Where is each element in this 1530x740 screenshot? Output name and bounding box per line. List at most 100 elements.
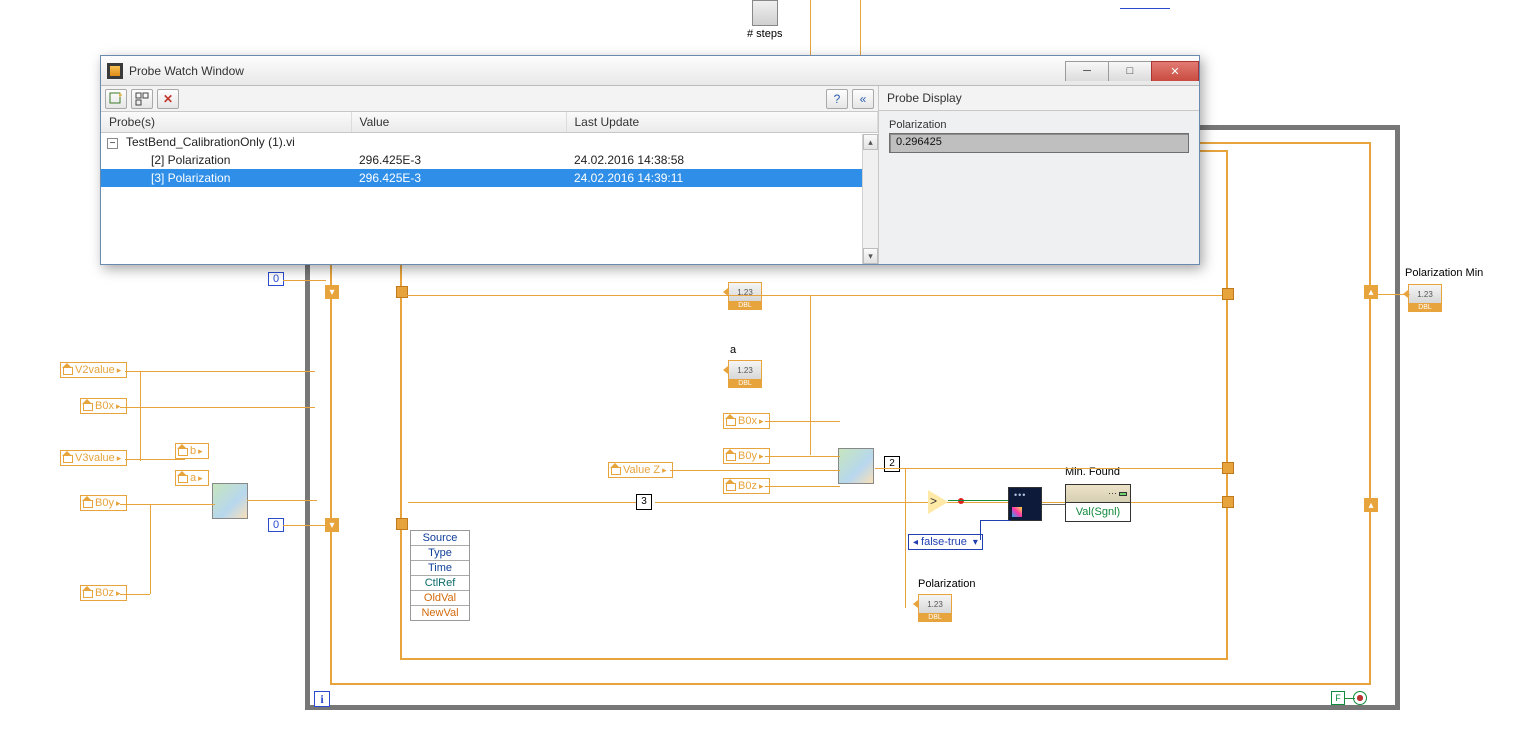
maximize-button[interactable]: □ [1108,61,1152,81]
local-b0z-2-label: B0z [738,480,757,492]
scrollbar[interactable]: ▴ ▾ [862,134,878,264]
probe-group-name: TestBend_CalibrationOnly (1).vi [126,135,295,149]
local-b0y-label: B0y [95,497,114,509]
stop-terminal-icon [1353,691,1367,705]
local-b0z-2[interactable]: B0z▸ [723,478,770,494]
tunnel-left-1 [396,286,408,298]
probe-row-name: [3] Polarization [101,169,351,187]
a-indicator-icon[interactable]: 1.23DBL [728,360,764,390]
local-b[interactable]: b▸ [175,443,209,459]
a-label: a [730,344,736,356]
probe-display-panel: Probe Display Polarization 0.296425 [879,86,1199,264]
local-b0x-2[interactable]: B0x▸ [723,413,770,429]
probe-row-selected[interactable]: [3] Polarization 296.425E-3 24.02.2016 1… [101,169,878,187]
unbundle-type: Type [411,546,469,561]
b-indicator-icon[interactable]: 1.23DBL [728,282,764,312]
shift-register-right-2: ▴ [1364,498,1378,512]
local-v2value-label: V2value [75,364,115,376]
arrange-icon [135,92,149,106]
col-probes[interactable]: Probe(s) [101,112,351,133]
zero-constant-2[interactable]: 0 [268,518,284,532]
probe-list-panel: ✕ ? « Probe(s) Value Last Update [101,86,879,264]
ring-constant-label: false-true [921,536,967,548]
probe-row-update: 24.02.2016 14:39:11 [566,169,878,187]
unbundle-cluster[interactable]: Source Type Time CtlRef OldVal NewVal [410,530,470,621]
subvi-right-icon[interactable] [838,448,874,484]
probe-display-value: 0.296425 [889,133,1189,153]
ring-constant-false-true[interactable]: false-true [908,534,983,550]
local-a[interactable]: a▸ [175,470,209,486]
probe-watch-window[interactable]: Probe Watch Window ─ □ ✕ ✕ ? « [100,55,1200,265]
local-b0z-label: B0z [95,587,114,599]
probe-row-value: 296.425E-3 [351,169,566,187]
iteration-terminal: i [314,691,330,707]
app-icon [107,63,123,79]
property-node-value: Val(Sgnl) [1066,503,1130,521]
local-valuez-label: Value Z [623,464,660,476]
property-node[interactable]: ⋯ Val(Sgnl) [1065,484,1131,522]
unbundle-ctlref: CtlRef [411,576,469,591]
greater-than-icon[interactable] [928,490,948,514]
local-b0y-2[interactable]: B0y▸ [723,448,770,464]
local-b0x-label: B0x [95,400,114,412]
local-b0y[interactable]: B0y▸ [80,495,127,511]
close-button[interactable]: ✕ [1151,61,1199,81]
col-last-update[interactable]: Last Update [566,112,878,133]
probe-row-update: 24.02.2016 14:38:58 [566,151,878,169]
local-valuez[interactable]: Value Z▸ [608,462,673,478]
window-title: Probe Watch Window [129,64,1066,78]
probe-3-marker[interactable]: 3 [636,494,652,510]
coercion-dot-icon [958,498,964,504]
probe-group-row[interactable]: −TestBend_CalibrationOnly (1).vi [101,133,878,152]
probe-2-marker[interactable]: 2 [884,456,900,472]
probe-row-name: [2] Polarization [101,151,351,169]
steps-label: # steps [747,28,782,40]
local-v3value[interactable]: V3value▸ [60,450,127,466]
probe-table[interactable]: Probe(s) Value Last Update −TestBend_Cal… [101,112,878,264]
collapse-panel-button[interactable]: « [852,89,874,109]
local-b0z[interactable]: B0z▸ [80,585,127,601]
minimize-button[interactable]: ─ [1065,61,1109,81]
probe-row-value: 296.425E-3 [351,151,566,169]
tunnel-right-3 [1222,496,1234,508]
collapse-icon[interactable]: − [107,138,118,149]
shift-register-left-1: ▾ [325,285,339,299]
polarization-min-label: Polarization Min [1405,267,1483,279]
local-v3value-label: V3value [75,452,115,464]
new-probe-button[interactable] [105,89,127,109]
delete-button[interactable]: ✕ [157,89,179,109]
arrange-button[interactable] [131,89,153,109]
local-v2value[interactable]: V2value▸ [60,362,127,378]
polarization-min-indicator-icon[interactable]: 1.23DBL [1408,284,1444,314]
col-value[interactable]: Value [351,112,566,133]
probe-display-header: Probe Display [879,86,1199,111]
unbundle-source: Source [411,531,469,546]
unbundle-oldval: OldVal [411,591,469,606]
new-probe-icon [109,92,123,106]
local-b-label: b [190,445,196,457]
local-b0x[interactable]: B0x▸ [80,398,127,414]
event-generate-subvi-icon[interactable] [1008,487,1042,521]
unbundle-time: Time [411,561,469,576]
probe-row[interactable]: [2] Polarization 296.425E-3 24.02.2016 1… [101,151,878,169]
shift-register-right-1: ▴ [1364,285,1378,299]
local-b0y-2-label: B0y [738,450,757,462]
steps-terminal-icon [752,0,778,26]
false-constant[interactable]: F [1331,691,1345,705]
local-b0x-2-label: B0x [738,415,757,427]
titlebar[interactable]: Probe Watch Window ─ □ ✕ [101,56,1199,86]
local-a-label: a [190,472,196,484]
probe-display-label: Polarization [889,119,1189,131]
toolbar: ✕ ? « [101,86,878,112]
polarization-label: Polarization [918,578,975,590]
scroll-up-icon[interactable]: ▴ [863,134,878,150]
zero-constant-1[interactable]: 0 [268,272,284,286]
tunnel-right-1 [1222,288,1234,300]
help-button[interactable]: ? [826,89,848,109]
tunnel-left-2 [396,518,408,530]
unbundle-newval: NewVal [411,606,469,620]
shift-register-left-2: ▾ [325,518,339,532]
scroll-down-icon[interactable]: ▾ [863,248,878,264]
polarization-indicator-icon[interactable]: 1.23DBL [918,594,954,624]
subvi-left-icon[interactable] [212,483,248,519]
